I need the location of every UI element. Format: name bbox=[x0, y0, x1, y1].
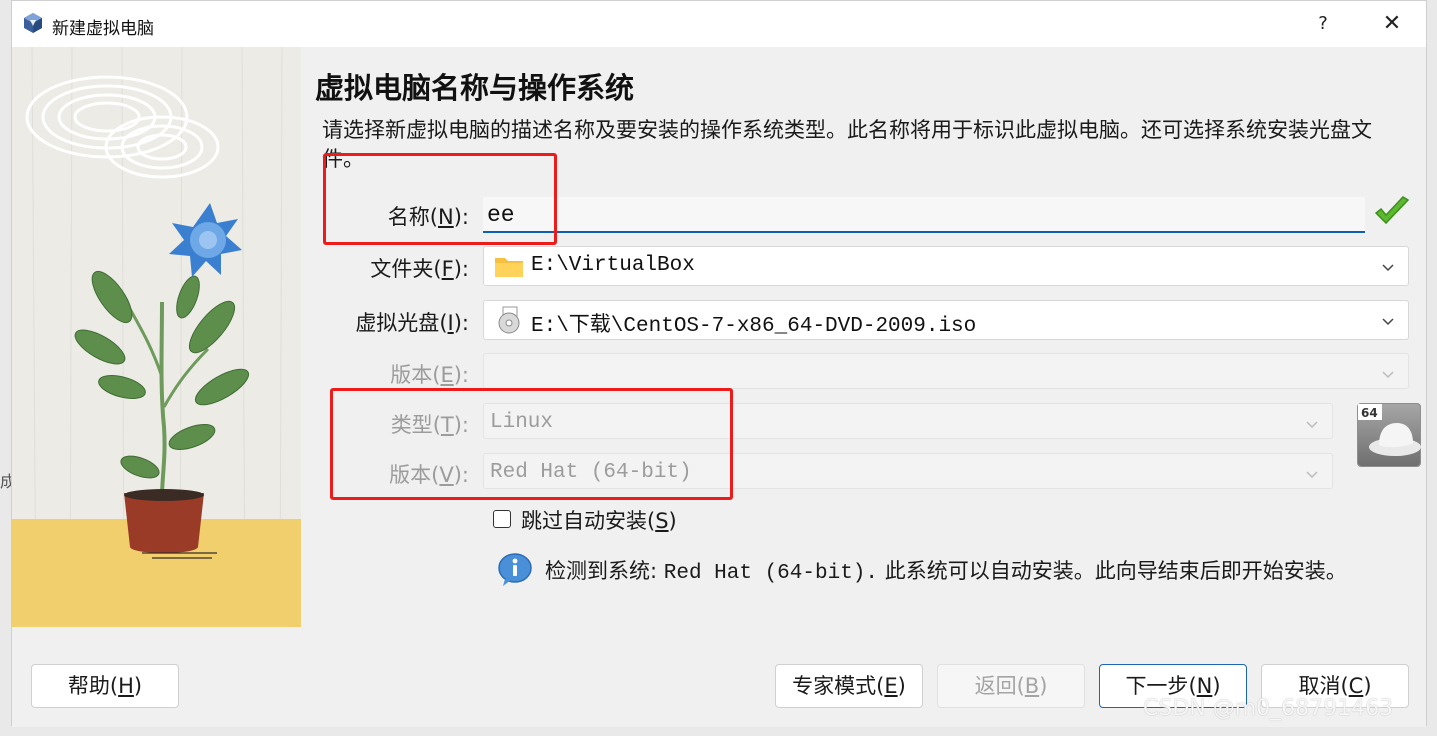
page-description: 请选择新虚拟电脑的描述名称及要安装的操作系统类型。此名称将用于标识此虚拟电脑。还… bbox=[322, 118, 1372, 171]
back-button[interactable]: 返回(B) bbox=[937, 664, 1085, 708]
window-title: 新建虚拟电脑 bbox=[52, 19, 154, 39]
type-label: 类型(T): bbox=[390, 413, 469, 437]
type-combo[interactable]: Linux bbox=[483, 403, 1333, 439]
folder-combo[interactable]: E:\VirtualBox bbox=[483, 246, 1409, 286]
expert-mode-button[interactable]: 专家模式(E) bbox=[775, 664, 923, 708]
redhat-os-icon: 64 bbox=[1357, 403, 1421, 467]
chevron-down-icon bbox=[1382, 371, 1394, 379]
chevron-down-icon bbox=[1306, 421, 1318, 429]
iso-label: 虚拟光盘(I): bbox=[355, 311, 469, 335]
iso-value: E:\下载\CentOS-7-x86_64-DVD-2009.iso bbox=[531, 315, 977, 338]
edition-label: 版本(E): bbox=[390, 363, 469, 387]
close-button[interactable]: ✕ bbox=[1376, 9, 1408, 39]
title-bar: 新建虚拟电脑 ? ✕ bbox=[12, 1, 1426, 47]
page-heading: 虚拟电脑名称与操作系统 bbox=[315, 71, 635, 105]
edition-combo[interactable] bbox=[483, 353, 1409, 389]
new-vm-dialog: 新建虚拟电脑 ? ✕ 虚拟电脑名称与操作系统 请选择新虚拟电脑的描述名称及要安装… bbox=[11, 0, 1427, 727]
help-button[interactable]: 帮助(H) bbox=[31, 664, 179, 708]
wizard-page: 虚拟电脑名称与操作系统 请选择新虚拟电脑的描述名称及要安装的操作系统类型。此名称… bbox=[301, 47, 1427, 643]
wizard-illustration bbox=[12, 47, 301, 627]
virtualbox-app-icon bbox=[24, 13, 42, 33]
version-label: 版本(V): bbox=[389, 463, 469, 487]
os-badge-text: 64 bbox=[1361, 406, 1378, 420]
name-label: 名称(N): bbox=[387, 205, 469, 229]
folder-label: 文件夹(F): bbox=[370, 257, 469, 281]
type-value: Linux bbox=[490, 411, 554, 434]
name-input[interactable] bbox=[483, 197, 1365, 233]
info-message: 检测到系统: Red Hat (64-bit). 此系统可以自动安装。此向导结束… bbox=[545, 559, 1347, 585]
folder-icon bbox=[495, 258, 523, 277]
disc-icon bbox=[498, 306, 520, 334]
title-help-button[interactable]: ? bbox=[1310, 11, 1336, 37]
valid-check-icon bbox=[1374, 196, 1410, 225]
version-combo[interactable]: Red Hat (64-bit) bbox=[483, 453, 1333, 489]
chevron-down-icon[interactable] bbox=[1380, 313, 1396, 329]
chevron-down-icon bbox=[1306, 471, 1318, 479]
folder-value: E:\VirtualBox bbox=[531, 254, 695, 277]
skip-unattended-label: 跳过自动安装(S) bbox=[521, 509, 677, 533]
csdn-watermark: CSDN @m0_68791463 bbox=[1143, 696, 1394, 721]
iso-combo[interactable]: E:\下载\CentOS-7-x86_64-DVD-2009.iso bbox=[483, 300, 1409, 340]
chevron-down-icon[interactable] bbox=[1380, 259, 1396, 275]
checkbox-box[interactable] bbox=[493, 510, 511, 528]
version-value: Red Hat (64-bit) bbox=[490, 461, 692, 484]
